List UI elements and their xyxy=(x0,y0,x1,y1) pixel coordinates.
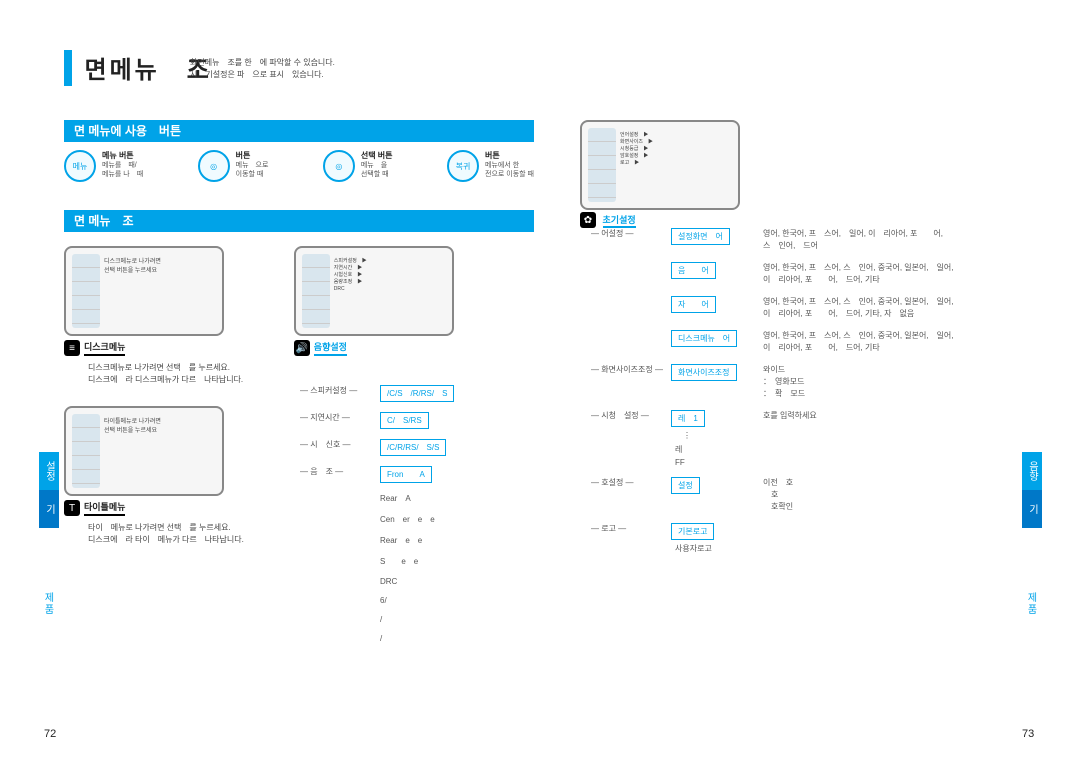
osd-screenshot-init: 언어설정 ▶화면사이즈 ▶시청등급 ▶암호설정 ▶로고 ▶ xyxy=(580,120,740,210)
subhead-disk-menu: ≡ 디스크메뉴 xyxy=(64,340,244,356)
title-menu-label: 타이틀메뉴 xyxy=(84,500,125,516)
title-note: 타이 메뉴로 나가려면 선택 를 누르세요. 디스크에 라 타이 메뉴가 다르 … xyxy=(64,522,244,546)
side-label-right: 제품 xyxy=(1023,592,1038,616)
subtitle-line1: 화면메뉴 조를 한 에 파악할 수 있습니다. xyxy=(190,57,335,69)
remote-button-text: 버튼 메뉴 으로 이동할 때 xyxy=(236,150,269,179)
tree-row: — 스피커설정 —/C/S /R/RS/ S xyxy=(300,385,472,402)
tree-row: — 지연시간 —C/ S/RS xyxy=(300,412,472,429)
side-tab-label2: 기 xyxy=(39,490,59,528)
subhead-sound: 🔊 음향설정 xyxy=(294,340,454,356)
tree-row: — 화면사이즈조정 — 화면사이즈조정 와이드： 영화모드： 확 모드 xyxy=(591,364,1003,400)
side-tab-right: 음향 기 xyxy=(1022,452,1042,537)
section-heading-buttons: 면 메뉴에 사용 버튼 xyxy=(64,120,534,142)
title-icon: T xyxy=(64,500,80,516)
disk-note: 디스크메뉴로 나가려면 선택 를 누르세요. 디스크에 라 디스크메뉴가 다르 … xyxy=(64,362,244,386)
subhead-init: ✿ 초기설정 xyxy=(580,212,636,228)
title-accent-bar xyxy=(64,50,72,86)
tree-row: Cen er e e xyxy=(300,514,472,525)
tree-row: 자 어 영어, 한국어, 프 스어, 스 인어, 중국어, 일본어, 일어,이 … xyxy=(591,296,1003,320)
tree-row: 음 어 영어, 한국어, 프 스어, 스 인어, 중국어, 일본어, 일어,이 … xyxy=(591,262,1003,286)
subhead-title-menu: T 타이틀메뉴 xyxy=(64,500,244,516)
section-buttons: 면 메뉴에 사용 버튼 메뉴 메뉴 버튼 메뉴를 때/ 메뉴를 나 때 ◎ 버튼… xyxy=(64,120,534,182)
osd-screenshot-disk: 디스크메뉴로 나가려면선택 버튼을 누르세요 xyxy=(64,246,224,336)
speaker-icon: 🔊 xyxy=(294,340,310,356)
page-number-left: 72 xyxy=(44,728,56,740)
side-tab-label-r: 음향 xyxy=(1022,452,1042,490)
tree-row: — 시청 설정 — 레 1 ⋮레FF 호를 입력하세요 xyxy=(591,410,1003,467)
remote-button-item: ◎ 버튼 메뉴 으로 이동할 때 xyxy=(198,150,269,182)
remote-button-icon: ◎ xyxy=(323,150,355,182)
remote-button-icon: ◎ xyxy=(198,150,230,182)
init-label: 초기설정 xyxy=(603,215,636,228)
section-heading-structure: 면 메뉴 조 xyxy=(64,210,534,232)
side-tab-left: 설정 기 xyxy=(39,452,59,537)
osd-screenshot-title: 타이틀메뉴로 나가려면선택 버튼을 누르세요 xyxy=(64,406,224,496)
tree-row: 디스크메뉴 어 영어, 한국어, 프 스어, 스 인어, 중국어, 일본어, 일… xyxy=(591,330,1003,354)
title-subtitle: 화면메뉴 조를 한 에 파악할 수 있습니다. 시 기설정은 파 으로 표시 있… xyxy=(190,57,335,81)
remote-button-icon: 복귀 xyxy=(447,150,479,182)
remote-button-item: 메뉴 메뉴 버튼 메뉴를 때/ 메뉴를 나 때 xyxy=(64,150,143,182)
tree-row: — 어설정 — 설정화면 어 영어, 한국어, 프 스어, 일어, 이 리아어,… xyxy=(591,228,1003,252)
tree-row: / xyxy=(300,634,472,643)
sound-label: 음향설정 xyxy=(314,340,347,356)
remote-button-text: 선택 버튼 메뉴 을 선택할 때 xyxy=(361,150,393,179)
tree-row: — 음 조 —Fron A xyxy=(300,466,472,483)
side-tab-label-r2: 기 xyxy=(1022,490,1042,528)
remote-button-text: 메뉴 버튼 메뉴를 때/ 메뉴를 나 때 xyxy=(102,150,143,179)
remote-button-row: 메뉴 메뉴 버튼 메뉴를 때/ 메뉴를 나 때 ◎ 버튼 메뉴 으로 이동할 때… xyxy=(64,150,534,182)
init-settings-tree: — 어설정 — 설정화면 어 영어, 한국어, 프 스어, 일어, 이 리아어,… xyxy=(591,228,1003,564)
gear-icon: ✿ xyxy=(580,212,596,228)
tree-row: 6/ xyxy=(300,596,472,605)
tree-row: S e e xyxy=(300,556,472,567)
subtitle-line2: 시 기설정은 파 으로 표시 있습니다. xyxy=(190,69,335,81)
side-label-left: 제품 xyxy=(40,592,55,616)
list-icon: ≡ xyxy=(64,340,80,356)
side-tab-label: 설정 xyxy=(39,452,59,490)
tree-row: / xyxy=(300,615,472,624)
page-number-right: 73 xyxy=(1022,728,1034,740)
tree-row: — 호설정 — 설정 이전 호 호 호확인 xyxy=(591,477,1003,513)
tree-row: Rear A xyxy=(300,493,472,504)
sound-settings-tree: — 스피커설정 —/C/S /R/RS/ S — 지연시간 —C/ S/RS — 시… xyxy=(300,385,472,653)
tree-row: Rear e e xyxy=(300,535,472,546)
tree-row: — 로고 — 기본로고사용자로고 xyxy=(591,523,1003,554)
remote-button-item: ◎ 선택 버튼 메뉴 을 선택할 때 xyxy=(323,150,393,182)
tree-row: — 시 신호 —/C/R/RS/ S/S xyxy=(300,439,472,456)
remote-button-text: 버튼 메뉴에서 한 전으로 이동할 때 xyxy=(485,150,534,179)
remote-button-item: 복귀 버튼 메뉴에서 한 전으로 이동할 때 xyxy=(447,150,534,182)
tree-row: DRC xyxy=(300,577,472,586)
remote-button-icon: 메뉴 xyxy=(64,150,96,182)
osd-screenshot-sound: 스피커설정 ▶지연시간 ▶시험신호 ▶음량조정 ▶DRC xyxy=(294,246,454,336)
disk-menu-label: 디스크메뉴 xyxy=(84,340,125,356)
